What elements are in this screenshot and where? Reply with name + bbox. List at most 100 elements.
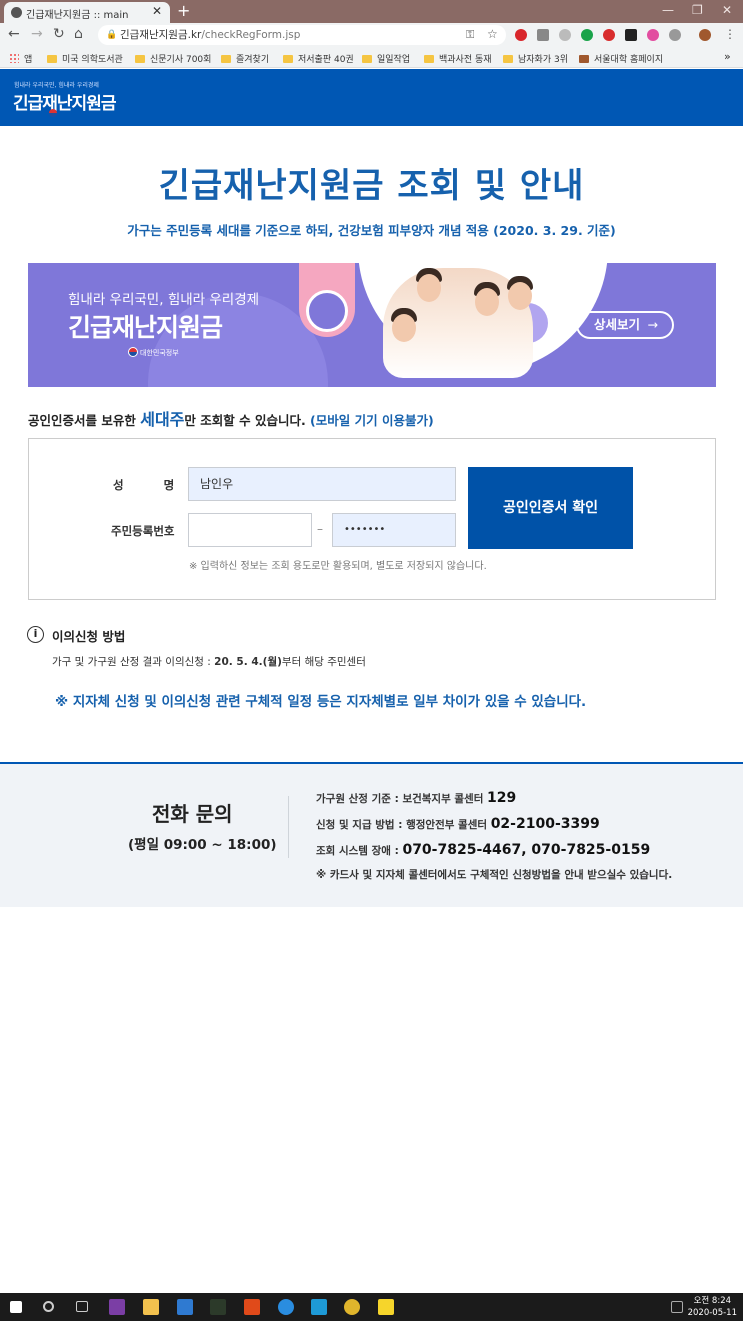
back-icon[interactable]: ← [8, 26, 20, 42]
name-field[interactable]: 남인우 [188, 467, 456, 501]
maximize-icon[interactable]: ❐ [692, 3, 703, 17]
phone-number: 02-2100-3399 [490, 816, 600, 832]
kakaotalk-icon[interactable] [378, 1299, 394, 1315]
logo-title: 긴급재난지원금 [13, 94, 116, 114]
close-window-icon[interactable]: ✕ [722, 3, 732, 17]
contact-footer: 전화 문의 (평일 09:00 ~ 18:00) 가구원 산정 기준 : 보건복… [0, 762, 743, 907]
zoom-icon[interactable] [559, 29, 571, 41]
objection-text: 가구 및 가구원 산정 결과 이의신청 : 20. 5. 4.(월)부터 해당 … [52, 656, 366, 668]
lookup-form: 성 명 남인우 주민등록번호 – ••••••• 공인인증서 확인 ※ 입력하신… [28, 438, 716, 600]
home-icon[interactable]: ⌂ [74, 26, 83, 42]
folder-icon [362, 55, 372, 63]
house-icon [306, 290, 348, 332]
objection-title: 이의신청 방법 [52, 629, 126, 644]
bookmark-item[interactable]: 저서출판 40권 [283, 52, 354, 65]
onenote-icon[interactable] [109, 1299, 125, 1315]
adblock-icon[interactable] [603, 29, 615, 41]
divider [288, 796, 289, 858]
internet-explorer-icon[interactable] [278, 1299, 294, 1315]
lock-icon: 🔒 [106, 30, 118, 40]
bookmark-apps[interactable]: 앱 [9, 52, 32, 65]
banner-title: 긴급재난지원금 [68, 313, 223, 342]
new-tab-button[interactable]: + [177, 1, 190, 20]
camera-icon[interactable] [537, 29, 549, 41]
rrn-dash: – [317, 522, 323, 536]
close-tab-icon[interactable]: ✕ [152, 4, 162, 18]
details-button[interactable]: 상세보기 → [576, 311, 674, 339]
key-icon[interactable]: ⚿ [466, 28, 474, 42]
clock-date: 2020-05-11 [687, 1308, 737, 1318]
bookmark-item[interactable]: 일일작업 [362, 52, 410, 65]
folder-icon [47, 55, 57, 63]
certificate-confirm-button[interactable]: 공인인증서 확인 [468, 467, 633, 549]
chrome-icon[interactable] [344, 1299, 360, 1315]
contact-line: 가구원 산정 기준 : 보건복지부 콜센터 129 [316, 790, 517, 806]
pen-icon[interactable] [671, 1301, 683, 1313]
bookmark-item[interactable]: 서울대학 홈페이지 [579, 52, 663, 65]
extension-check-icon[interactable] [581, 29, 593, 41]
url-path: /checkRegForm.jsp [201, 29, 301, 41]
address-bar[interactable]: 🔒 긴급재난지원금.kr/checkRegForm.jsp [98, 25, 506, 45]
mobile-unavailable-note: (모바일 기기 이용불가) [310, 413, 434, 428]
office-icon[interactable] [244, 1299, 260, 1315]
browser-toolbar: ← → ↻ ⌂ 🔒 긴급재난지원금.kr/checkRegForm.jsp ⚿ … [0, 23, 743, 48]
page-subtitle: 가구는 주민등록 세대를 기준으로 하되, 건강보험 피부양자 개념 적용 (2… [127, 223, 616, 238]
app-icon[interactable] [311, 1299, 327, 1315]
bookmark-star-icon[interactable]: ☆ [487, 27, 498, 41]
folder-icon [283, 55, 293, 63]
logo-tagline: 힘내라 우리국민, 힘내라 우리경제 [14, 82, 99, 89]
file-explorer-icon[interactable] [143, 1299, 159, 1315]
banner-gov-label: 대한민국정부 [140, 349, 179, 357]
folder-icon [503, 55, 513, 63]
windows-start-icon[interactable] [10, 1301, 22, 1313]
contact-hours: (평일 09:00 ~ 18:00) [128, 837, 277, 853]
objection-date: 20. 5. 4.(월) [214, 656, 282, 668]
pinterest-icon[interactable] [515, 29, 527, 41]
photos-icon[interactable] [177, 1299, 193, 1315]
search-icon[interactable] [43, 1301, 54, 1312]
app-icon[interactable] [210, 1299, 226, 1315]
phone-number: 129 [487, 790, 517, 806]
contact-line: 조회 시스템 장애 : 070-7825-4467, 070-7825-0159 [316, 842, 651, 858]
browser-tab-strip: 긴급재난지원금 :: main ✕ + — ❐ ✕ [0, 0, 743, 23]
rrn-front-field[interactable] [188, 513, 312, 547]
cloud-icon[interactable] [669, 29, 681, 41]
bookmark-item[interactable]: 신문기사 700회 [135, 52, 211, 65]
browser-tab[interactable]: 긴급재난지원금 :: main ✕ [4, 2, 170, 23]
bookmark-item[interactable]: 즐겨찾기 [221, 52, 269, 65]
banner-tagline: 힘내라 우리국민, 힘내라 우리경제 [68, 292, 260, 308]
folder-icon [424, 55, 434, 63]
family-photo [383, 268, 533, 378]
menu-kebab-icon[interactable]: ⋮ [724, 27, 736, 41]
instagram-icon[interactable] [647, 29, 659, 41]
contact-footnote: ※ 카드사 및 지자체 콜센터에서도 구체적인 신청방법을 안내 받으실수 있습… [316, 869, 673, 881]
url-host: 긴급재난지원금.kr [120, 29, 202, 41]
privacy-note: ※ 입력하신 정보는 조회 용도로만 활용되며, 별도로 저장되지 않습니다. [189, 561, 487, 572]
bookmark-item[interactable]: 남자화가 3위 [503, 52, 568, 65]
bookmarks-bar: 앱 미국 의학도서관 신문기사 700회 즐겨찾기 저서출판 40권 일일작업 … [0, 48, 743, 68]
task-view-icon[interactable] [76, 1301, 88, 1312]
avatar[interactable] [699, 29, 711, 41]
cube-icon[interactable] [625, 29, 637, 41]
clock-time: 오전 8:24 [693, 1296, 732, 1306]
head-of-household-emphasis: 세대주 [140, 410, 185, 429]
government-seal-icon [49, 109, 57, 117]
minimize-icon[interactable]: — [662, 3, 674, 17]
rrn-label: 주민등록번호 [111, 524, 175, 538]
contact-title: 전화 문의 [152, 802, 233, 826]
taskbar: 오전 8:24 2020-05-11 [0, 1293, 743, 1321]
government-seal-icon [128, 347, 138, 357]
clock[interactable]: 오전 8:24 2020-05-11 [688, 1295, 737, 1319]
bookmark-item[interactable]: 백과사전 동재 [424, 52, 492, 65]
bookmark-item[interactable]: 미국 의학도서관 [47, 52, 123, 65]
arrow-right-icon: → [647, 317, 658, 332]
rrn-back-field[interactable]: ••••••• [332, 513, 456, 547]
region-schedule-note: ※ 지자체 신청 및 이의신청 관련 구체적 일정 등은 지자체별로 일부 차이… [55, 694, 587, 710]
reload-icon[interactable]: ↻ [53, 26, 65, 42]
site-header: 힘내라 우리국민, 힘내라 우리경제 긴급재난지원금 [0, 69, 743, 126]
folder-icon [221, 55, 231, 63]
bookmarks-more[interactable]: » [724, 50, 731, 63]
forward-icon[interactable]: → [31, 26, 43, 42]
promo-banner[interactable]: 힘내라 우리국민, 힘내라 우리경제 긴급재난지원금 대한민국정부 상세보기 → [28, 263, 716, 387]
name-label: 성 명 [113, 478, 175, 492]
